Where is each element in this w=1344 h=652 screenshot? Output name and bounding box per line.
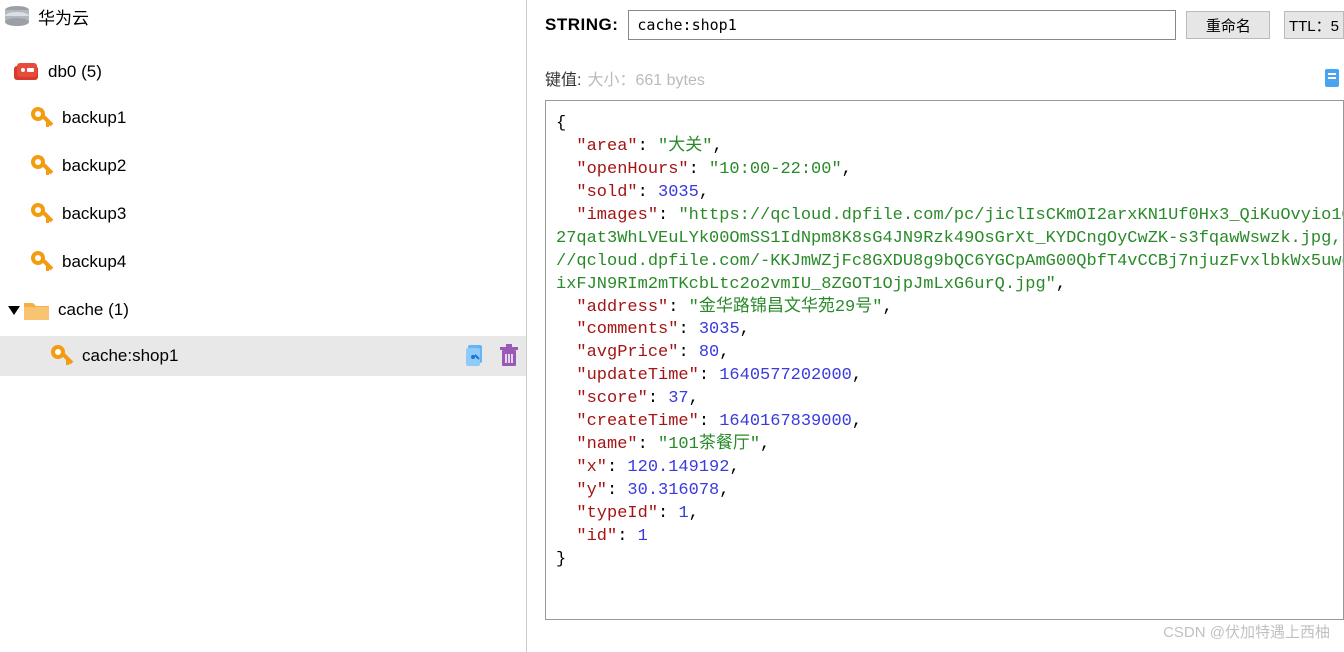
key-icon <box>28 200 56 228</box>
key-label: backup1 <box>62 108 126 128</box>
view-icon[interactable] <box>1324 68 1340 88</box>
copy-icon[interactable] <box>464 343 486 369</box>
value-label: 键值: <box>545 66 581 90</box>
value-display[interactable]: { "area": "大关", "openHours": "10:00-22:0… <box>545 100 1344 620</box>
key-icon <box>48 342 76 370</box>
db-label: db0 (5) <box>48 62 102 82</box>
db-node[interactable]: db0 (5) <box>0 56 526 88</box>
key-node-backup1[interactable]: backup1 <box>0 102 526 134</box>
key-node-backup4[interactable]: backup4 <box>0 246 526 278</box>
key-icon <box>28 104 56 132</box>
chevron-down-icon <box>8 306 20 315</box>
folder-label: cache (1) <box>58 300 129 320</box>
folder-icon <box>22 298 52 322</box>
delete-icon[interactable] <box>498 343 520 369</box>
rename-button[interactable]: 重命名 <box>1186 11 1270 39</box>
key-icon <box>28 248 56 276</box>
key-name-input[interactable] <box>628 10 1176 40</box>
toolbar: STRING: 重命名 TTL：5 <box>545 10 1344 40</box>
key-node-selected[interactable]: cache:shop1 <box>0 336 526 376</box>
key-label: cache:shop1 <box>82 346 178 366</box>
ttl-display[interactable]: TTL：5 <box>1284 11 1344 39</box>
folder-node-cache[interactable]: cache (1) <box>0 294 526 326</box>
key-label: backup4 <box>62 252 126 272</box>
db-icon <box>12 60 42 84</box>
value-meta-row: 键值: 大小：661 bytes <box>545 66 1344 90</box>
key-icon <box>28 152 56 180</box>
connection-node[interactable]: 华为云 <box>0 0 526 32</box>
type-label: STRING: <box>545 15 618 35</box>
key-label: backup2 <box>62 156 126 176</box>
connection-label: 华为云 <box>38 4 89 29</box>
value-size: 大小：661 bytes <box>587 66 704 90</box>
sidebar: 华为云 db0 (5) backup1 backup2 <box>0 0 527 652</box>
key-label: backup3 <box>62 204 126 224</box>
server-icon <box>2 5 32 27</box>
key-node-backup2[interactable]: backup2 <box>0 150 526 182</box>
key-node-backup3[interactable]: backup3 <box>0 198 526 230</box>
main-panel: STRING: 重命名 TTL：5 键值: 大小：661 bytes { "ar… <box>527 0 1344 652</box>
